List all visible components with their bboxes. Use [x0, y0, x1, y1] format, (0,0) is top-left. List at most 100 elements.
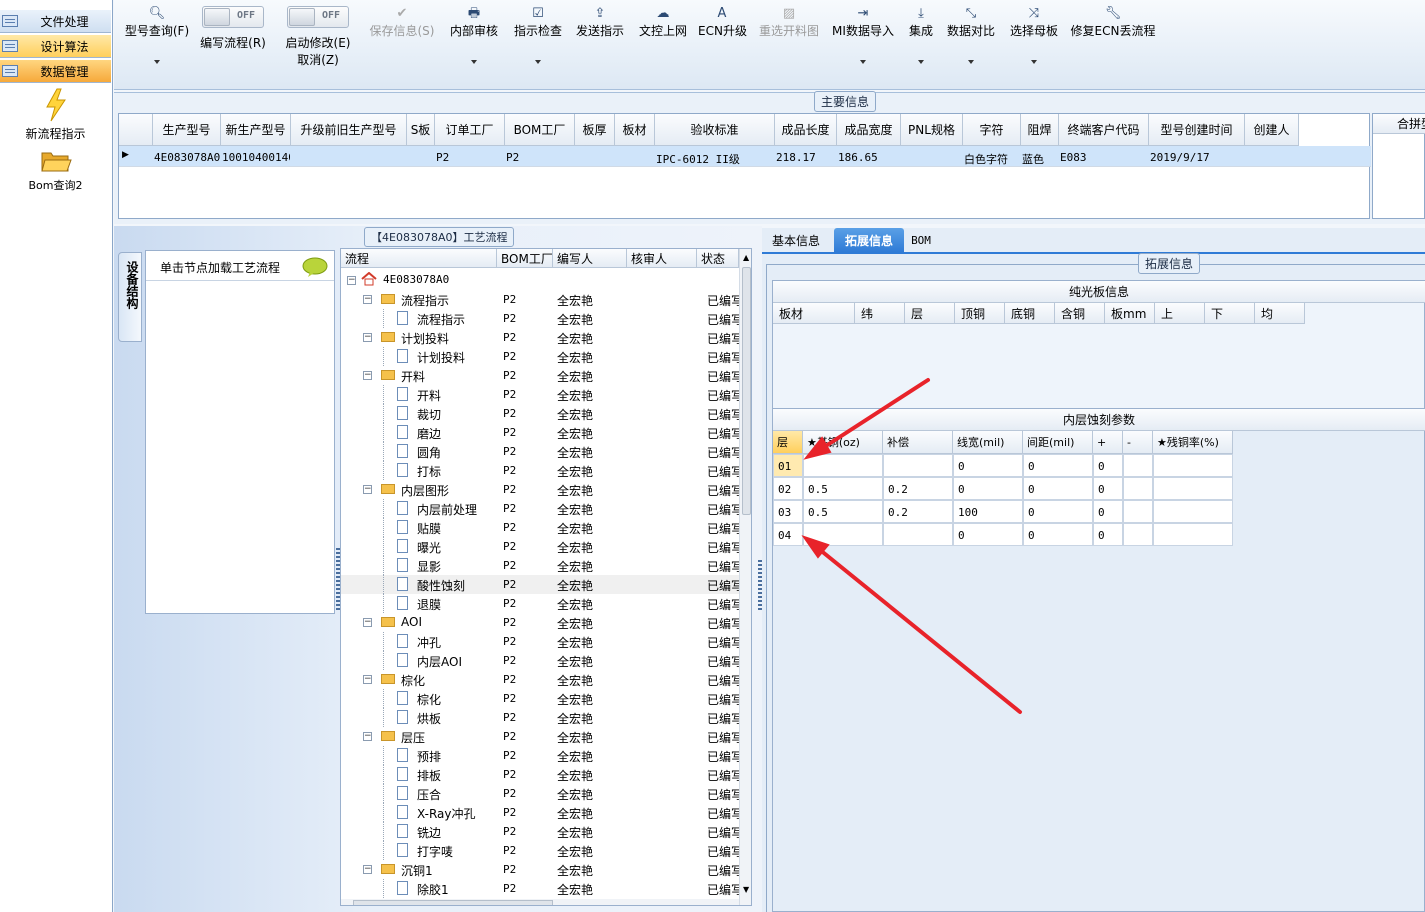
main-info-col-header[interactable]: 成品长度	[775, 114, 837, 146]
flow-tree-node[interactable]: 打字唛 P2 全宏艳 已编写	[341, 841, 741, 860]
main-info-col-header[interactable]: 验收标准	[655, 114, 775, 146]
flow-tree-node[interactable]: 磨边 P2 全宏艳 已编写	[341, 423, 741, 442]
tab-extended-info[interactable]: 拓展信息	[834, 228, 904, 252]
flow-col-header[interactable]: 流程	[341, 249, 497, 268]
etch-param-cell[interactable]: 100	[953, 500, 1023, 523]
etch-param-cell[interactable]: 0	[1023, 500, 1093, 523]
etch-col-header[interactable]: 补偿	[883, 431, 953, 454]
main-info-col-header[interactable]: 订单工厂	[435, 114, 505, 146]
main-info-cell[interactable]: 白色字符	[964, 151, 1020, 167]
main-info-cell[interactable]: P2	[506, 151, 574, 164]
model-query-button[interactable]: 🔍︎ 型号查询(F)	[122, 6, 192, 64]
main-info-cell[interactable]: E083	[1060, 151, 1148, 164]
etch-param-cell[interactable]: 0	[1023, 477, 1093, 500]
collapse-icon[interactable]: −	[363, 618, 372, 627]
main-info-col-header[interactable]: 阻焊	[1021, 114, 1059, 146]
main-info-cell[interactable]: P2	[436, 151, 504, 164]
instruction-check-button[interactable]: ☑ 指示检查	[510, 6, 566, 64]
flow-tree-node[interactable]: 排板 P2 全宏艳 已编写	[341, 765, 741, 784]
main-info-col-header[interactable]: S板	[407, 114, 435, 146]
board-col-header[interactable]: 顶铜	[955, 303, 1005, 324]
scroll-down-icon[interactable]: ▼	[743, 885, 749, 894]
etch-param-cell[interactable]: 0	[1093, 523, 1123, 546]
main-info-col-header[interactable]: 板厚	[575, 114, 615, 146]
integrate-button[interactable]: ⤓ 集成	[904, 6, 938, 64]
main-info-col-header[interactable]: 成品宽度	[837, 114, 901, 146]
ecn-upgrade-button[interactable]: A ECN升级	[698, 6, 747, 39]
board-col-header[interactable]: 上	[1155, 303, 1205, 324]
etch-col-header[interactable]: 间距(mil)	[1023, 431, 1093, 454]
tab-bom[interactable]: BOM	[906, 228, 936, 252]
etch-param-cell[interactable]	[1123, 523, 1153, 546]
etch-param-cell[interactable]: 0.2	[883, 477, 953, 500]
flow-tree-node[interactable]: 压合 P2 全宏艳 已编写	[341, 784, 741, 803]
internal-review-button[interactable]: 🖶 内部审核	[448, 6, 500, 64]
flow-col-header[interactable]: 状态	[697, 249, 739, 268]
flow-tree-node[interactable]: − 内层图形 P2 全宏艳 已编写	[341, 480, 741, 499]
board-col-header[interactable]: 层	[905, 303, 955, 324]
main-info-col-header[interactable]: PNL规格	[901, 114, 963, 146]
main-info-col-header[interactable]: 型号创建时间	[1149, 114, 1245, 146]
send-instruction-button[interactable]: ⇪ 发送指示	[574, 6, 626, 39]
etch-col-header[interactable]: +	[1093, 431, 1123, 454]
etch-param-cell[interactable]: 0	[1023, 454, 1093, 477]
flow-tree-node[interactable]: 内层前处理 P2 全宏艳 已编写	[341, 499, 741, 518]
board-col-header[interactable]: 纬	[855, 303, 905, 324]
toggle-switch[interactable]: OFF	[287, 6, 349, 28]
etch-param-cell[interactable]	[1123, 500, 1153, 523]
etch-param-cell[interactable]: 0.2	[883, 500, 953, 523]
etch-param-cell[interactable]: 0	[953, 523, 1023, 546]
flow-tree-node[interactable]: 曝光 P2 全宏艳 已编写	[341, 537, 741, 556]
main-info-cell[interactable]: 186.65	[838, 151, 900, 164]
flow-tree-node[interactable]: − 层压 P2 全宏艳 已编写	[341, 727, 741, 746]
etch-col-header[interactable]: -	[1123, 431, 1153, 454]
etch-col-header[interactable]: 层	[773, 431, 803, 454]
flow-tree-node[interactable]: 棕化 P2 全宏艳 已编写	[341, 689, 741, 708]
flow-tree-node[interactable]: − 沉铜1 P2 全宏艳 已编写	[341, 860, 741, 879]
flow-tree-node[interactable]: X-Ray冲孔 P2 全宏艳 已编写	[341, 803, 741, 822]
etch-param-cell[interactable]: 0.5	[803, 477, 883, 500]
flow-tree-node[interactable]: − 开料 P2 全宏艳 已编写	[341, 366, 741, 385]
etch-param-cell[interactable]	[883, 523, 953, 546]
nav-design-algorithm[interactable]: 设计算法	[0, 35, 111, 58]
scroll-thumb[interactable]	[742, 267, 751, 515]
main-info-col-header[interactable]: 升级前旧生产型号	[291, 114, 407, 146]
etch-param-cell[interactable]: 0.5	[803, 500, 883, 523]
flow-col-header[interactable]: BOM工厂	[497, 249, 553, 268]
collapse-icon[interactable]: −	[363, 295, 372, 304]
h-scroll-thumb[interactable]	[353, 900, 553, 905]
collapse-icon[interactable]: −	[363, 732, 372, 741]
etch-param-cell[interactable]	[883, 454, 953, 477]
flow-col-header[interactable]: 编写人	[553, 249, 627, 268]
board-col-header[interactable]: 含铜	[1055, 303, 1105, 324]
board-col-header[interactable]: 板材	[773, 303, 855, 324]
flow-tree-node[interactable]: 烘板 P2 全宏艳 已编写	[341, 708, 741, 727]
main-info-col-header[interactable]: 板材	[615, 114, 655, 146]
flow-tree-node[interactable]: 酸性蚀刻 P2 全宏艳 已编写	[341, 575, 741, 594]
etch-param-cell[interactable]	[803, 454, 883, 477]
etch-param-cell[interactable]: 0	[953, 477, 1023, 500]
horizontal-scrollbar[interactable]	[341, 899, 739, 905]
main-info-cell[interactable]: 218.17	[776, 151, 836, 164]
select-master-button[interactable]: ⤨ 选择母板	[1008, 6, 1060, 64]
flow-tree-node[interactable]: 贴膜 P2 全宏艳 已编写	[341, 518, 741, 537]
main-info-cell[interactable]: 2019/9/17	[1150, 151, 1244, 164]
flow-tree-node[interactable]: 退膜 P2 全宏艳 已编写	[341, 594, 741, 613]
main-info-cell[interactable]: IPC-6012 II级	[656, 151, 774, 167]
etch-param-cell[interactable]	[1153, 500, 1233, 523]
flow-tree-node[interactable]: 流程指示 P2 全宏艳 已编写	[341, 309, 741, 328]
new-flow-instruction-tool[interactable]: 新流程指示	[0, 88, 111, 142]
write-flow-toggle[interactable]: OFF 编写流程(R)	[198, 6, 268, 51]
main-info-col-header[interactable]: 字符	[963, 114, 1021, 146]
collapse-icon[interactable]: −	[363, 865, 372, 874]
nav-data-management[interactable]: 数据管理	[0, 60, 111, 83]
collapse-icon[interactable]: −	[363, 333, 372, 342]
toggle-switch[interactable]: OFF	[202, 6, 264, 28]
doc-online-button[interactable]: ☁ 文控上网	[636, 6, 690, 39]
flow-tree-node[interactable]: − 流程指示 P2 全宏艳 已编写	[341, 290, 741, 309]
main-info-cell[interactable]: 4E083078A0	[154, 151, 220, 164]
flow-tree-node[interactable]: − 计划投料 P2 全宏艳 已编写	[341, 328, 741, 347]
fix-ecn-flow-button[interactable]: 🔧︎ 修复ECN丢流程	[1070, 6, 1156, 39]
flow-tree-node[interactable]: 计划投料 P2 全宏艳 已编写	[341, 347, 741, 366]
board-col-header[interactable]: 底铜	[1005, 303, 1055, 324]
